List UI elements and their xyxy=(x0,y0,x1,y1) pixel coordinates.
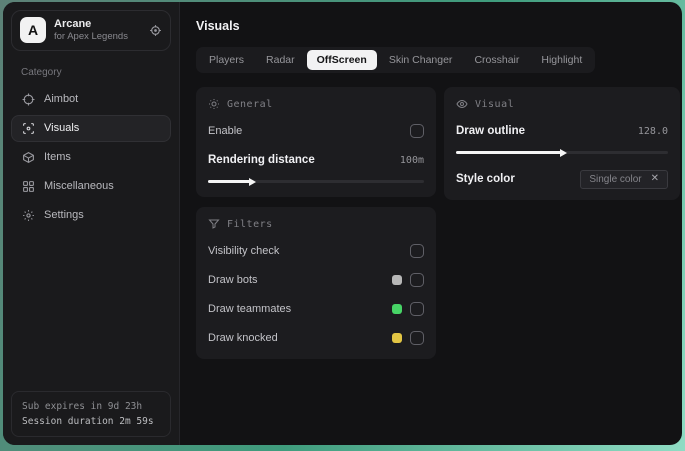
sidebar-item-aimbot[interactable]: Aimbot xyxy=(11,86,171,113)
sub-expiry-text: Sub expires in 9d 23h xyxy=(22,400,143,412)
filter-row: Visibility check xyxy=(208,241,424,261)
draw-outline-value: 128.0 xyxy=(637,125,668,137)
visuals-tabstrip: Players Radar OffScreen Skin Changer Cro… xyxy=(196,47,596,73)
draw-knocked-checkbox[interactable] xyxy=(410,331,424,345)
visibility-check-label: Visibility check xyxy=(208,245,280,257)
general-card: General Enable Rendering distance 100m xyxy=(196,87,436,197)
visibility-check-checkbox[interactable] xyxy=(410,244,424,258)
grid-icon xyxy=(21,180,35,193)
app-name: Arcane xyxy=(54,18,92,30)
filter-row: Draw teammates xyxy=(208,299,424,319)
sidebar-item-items[interactable]: Items xyxy=(11,144,171,171)
page-title: Visuals xyxy=(196,19,240,33)
slider-thumb[interactable] xyxy=(560,148,567,157)
filters-section-label: Filters xyxy=(227,218,273,230)
style-color-value: Single color xyxy=(589,173,642,185)
sidebar-item-label: Aimbot xyxy=(44,93,79,106)
crosshair-icon xyxy=(21,93,35,106)
sidebar-item-settings[interactable]: Settings xyxy=(11,202,171,229)
cube-icon xyxy=(21,151,35,164)
draw-outline-label: Draw outline xyxy=(456,125,526,137)
draw-teammates-label: Draw teammates xyxy=(208,303,292,315)
app-subtitle: for Apex Legends xyxy=(54,31,128,43)
tab-highlight[interactable]: Highlight xyxy=(531,50,592,70)
style-color-label: Style color xyxy=(456,173,515,185)
slider-thumb[interactable] xyxy=(249,177,257,186)
tab-offscreen[interactable]: OffScreen xyxy=(306,50,377,70)
sidebar-item-visuals[interactable]: Visuals xyxy=(11,114,171,142)
filter-row: Draw bots xyxy=(208,270,424,290)
enable-checkbox[interactable] xyxy=(410,124,424,138)
visual-card: Visual Draw outline 128.0 Style color Si… xyxy=(444,87,680,200)
enable-label: Enable xyxy=(208,125,243,137)
draw-teammates-checkbox[interactable] xyxy=(410,302,424,316)
tab-players[interactable]: Players xyxy=(199,50,254,70)
visual-section-label: Visual xyxy=(475,98,515,110)
sidebar-item-label: Visuals xyxy=(44,122,80,135)
gear-icon xyxy=(21,209,35,222)
main-panel: Visuals Players Radar OffScreen Skin Cha… xyxy=(180,2,682,445)
session-duration-text: Session duration 2m 59s xyxy=(22,415,154,427)
tab-skin-changer[interactable]: Skin Changer xyxy=(379,50,463,70)
draw-knocked-label: Draw knocked xyxy=(208,332,278,344)
eye-scan-icon xyxy=(21,122,35,135)
filter-row: Draw knocked xyxy=(208,328,424,348)
category-label: Category xyxy=(21,66,62,78)
draw-bots-color-swatch[interactable] xyxy=(392,275,402,285)
target-icon[interactable] xyxy=(149,24,162,37)
sidebar: A Arcane for Apex Legends Category Aimbo… xyxy=(3,2,180,445)
sidebar-item-label: Miscellaneous xyxy=(44,180,114,193)
app-window: A Arcane for Apex Legends Category Aimbo… xyxy=(3,2,682,445)
draw-bots-label: Draw bots xyxy=(208,274,258,286)
tab-crosshair[interactable]: Crosshair xyxy=(464,50,529,70)
draw-bots-checkbox[interactable] xyxy=(410,273,424,287)
app-header-card: A Arcane for Apex Legends xyxy=(11,10,171,51)
draw-knocked-color-swatch[interactable] xyxy=(392,333,402,343)
sidebar-item-label: Items xyxy=(44,151,71,164)
slider-fill xyxy=(208,180,252,183)
sun-icon xyxy=(208,98,220,110)
filters-card: Filters Visibility check Draw bots Draw … xyxy=(196,207,436,359)
subscription-status-card: Sub expires in 9d 23h Session duration 2… xyxy=(11,390,171,437)
general-section-label: General xyxy=(227,98,273,110)
style-color-select[interactable]: Single color ✕ xyxy=(580,169,668,189)
sidebar-item-label: Settings xyxy=(44,209,84,222)
app-logo: A xyxy=(20,17,46,44)
funnel-icon xyxy=(208,218,220,230)
slider-fill xyxy=(456,151,562,154)
sidebar-item-miscellaneous[interactable]: Miscellaneous xyxy=(11,173,171,200)
draw-outline-slider[interactable] xyxy=(456,147,668,157)
rendering-distance-label: Rendering distance xyxy=(208,154,315,166)
rendering-distance-slider[interactable] xyxy=(208,176,424,186)
tab-radar[interactable]: Radar xyxy=(256,50,305,70)
rendering-distance-value: 100m xyxy=(399,154,424,166)
clear-icon[interactable]: ✕ xyxy=(651,174,659,184)
eye-icon xyxy=(456,98,468,110)
draw-teammates-color-swatch[interactable] xyxy=(392,304,402,314)
app-title-block: Arcane for Apex Legends xyxy=(54,17,128,44)
